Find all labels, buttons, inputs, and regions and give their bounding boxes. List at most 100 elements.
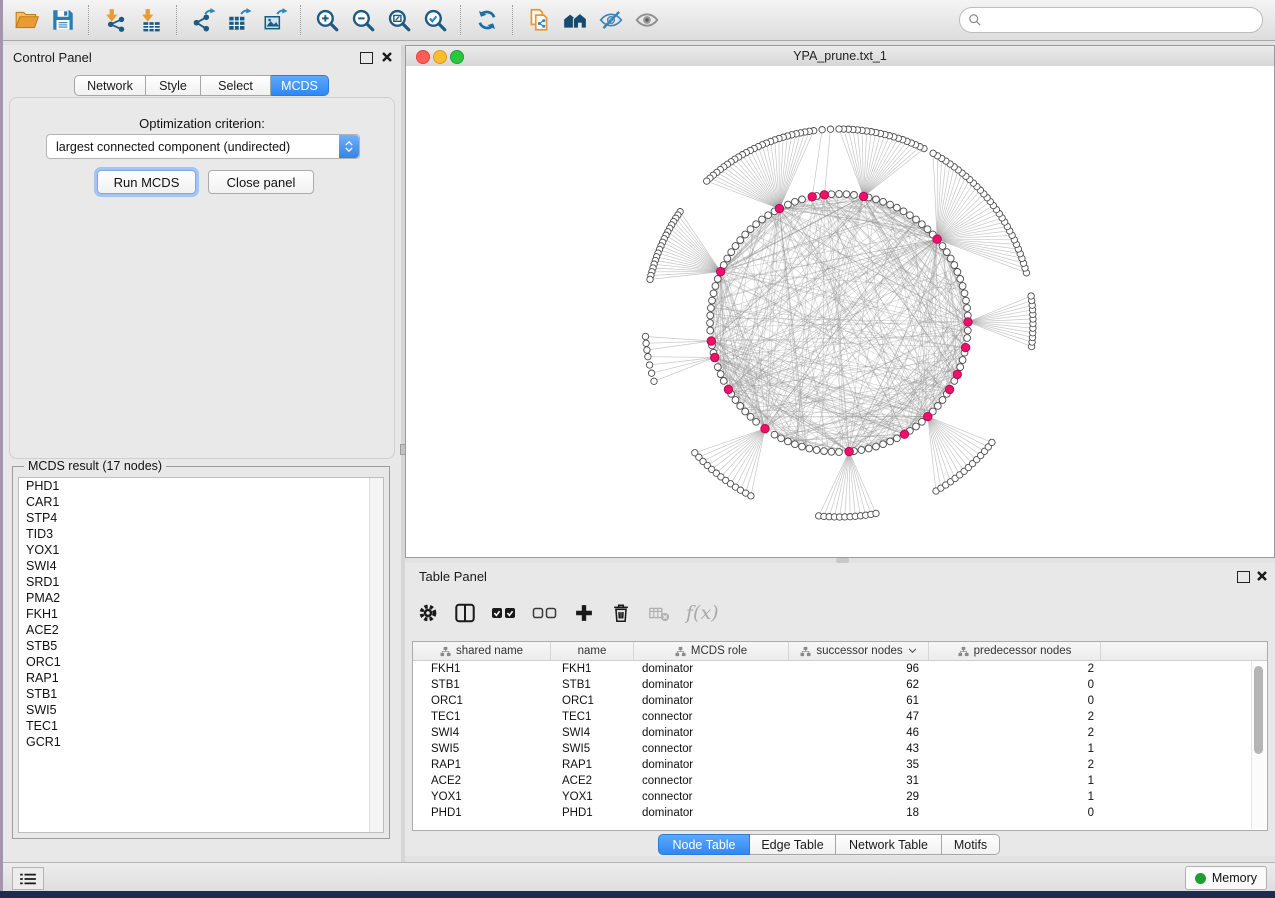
mcds-hub-node[interactable] <box>808 193 816 201</box>
export-image-button[interactable] <box>257 3 293 37</box>
mcds-hub-node[interactable] <box>961 343 969 351</box>
ring-node[interactable] <box>717 371 724 378</box>
import-network-button[interactable] <box>97 3 133 37</box>
cell[interactable]: dominator <box>634 693 789 709</box>
cell[interactable]: RAP1 <box>413 757 551 773</box>
mcds-result-item[interactable]: TEC1 <box>19 718 383 734</box>
leaf-node[interactable] <box>748 493 754 499</box>
table-scrollbar[interactable] <box>1251 661 1266 829</box>
ring-node[interactable] <box>742 231 749 238</box>
leaf-node[interactable] <box>651 378 657 384</box>
mcds-hub-node[interactable] <box>707 337 715 345</box>
network-canvas[interactable] <box>406 66 1274 557</box>
run-mcds-button[interactable]: Run MCDS <box>97 170 196 194</box>
cell[interactable]: 2 <box>929 725 1101 741</box>
ring-node[interactable] <box>924 226 931 233</box>
ring-node[interactable] <box>753 418 760 425</box>
search-field[interactable] <box>959 7 1263 33</box>
cell[interactable]: 35 <box>789 757 929 773</box>
ring-node[interactable] <box>951 262 958 269</box>
tab-style[interactable]: Style <box>146 75 201 96</box>
leaf-node[interactable] <box>827 126 833 132</box>
ring-node[interactable] <box>724 255 731 262</box>
ring-node[interactable] <box>873 196 880 203</box>
ring-node[interactable] <box>959 357 966 364</box>
ring-node[interactable] <box>710 290 717 297</box>
ring-node[interactable] <box>957 364 964 371</box>
table-row[interactable]: FKH1FKH1dominator962 <box>413 661 1267 677</box>
mcds-hub-node[interactable] <box>945 385 953 393</box>
column-header-successor-nodes[interactable]: successor nodes <box>789 642 929 660</box>
show-all-button[interactable] <box>629 3 665 37</box>
add-row-button[interactable] <box>573 602 595 624</box>
table-row[interactable]: TEC1TEC1connector472 <box>413 709 1267 725</box>
cell[interactable]: FKH1 <box>413 661 551 677</box>
ring-node[interactable] <box>785 438 792 445</box>
mcds-result-item[interactable]: SWI5 <box>19 702 383 718</box>
cell[interactable]: dominator <box>634 677 789 693</box>
copy-network-view-button[interactable] <box>521 3 557 37</box>
cell[interactable]: STB1 <box>551 677 634 693</box>
cell[interactable]: 1 <box>929 789 1101 805</box>
ring-node[interactable] <box>858 447 865 454</box>
ring-node[interactable] <box>799 443 806 450</box>
ring-node[interactable] <box>792 198 799 205</box>
tab-mcds[interactable]: MCDS <box>271 75 329 96</box>
ring-node[interactable] <box>712 283 719 290</box>
cell[interactable]: 1 <box>929 741 1101 757</box>
table-row[interactable]: STB1STB1dominator620 <box>413 677 1267 693</box>
cell[interactable]: dominator <box>634 661 789 677</box>
memory-button[interactable]: Memory <box>1185 866 1267 890</box>
cell[interactable]: 61 <box>789 693 929 709</box>
cell[interactable]: 18 <box>789 805 929 821</box>
ring-node[interactable] <box>828 448 835 455</box>
ring-node[interactable] <box>957 276 964 283</box>
zoom-fit-button[interactable] <box>381 3 417 37</box>
cell[interactable]: connector <box>634 741 789 757</box>
mcds-result-item[interactable]: SWI4 <box>19 558 383 574</box>
ring-node[interactable] <box>939 243 946 250</box>
cell[interactable]: 31 <box>789 773 929 789</box>
ring-node[interactable] <box>732 243 739 250</box>
tab-network[interactable]: Network <box>74 75 146 96</box>
zoom-selected-button[interactable] <box>417 3 453 37</box>
leaf-node[interactable] <box>643 340 649 346</box>
ring-node[interactable] <box>964 305 971 312</box>
mcds-result-item[interactable]: PHD1 <box>19 478 383 494</box>
ring-node[interactable] <box>753 221 760 228</box>
leaf-node[interactable] <box>989 439 995 445</box>
mcds-result-item[interactable]: PMA2 <box>19 590 383 606</box>
ring-node[interactable] <box>887 438 894 445</box>
delete-row-button[interactable] <box>610 602 632 624</box>
ring-node[interactable] <box>963 297 970 304</box>
float-panel-icon[interactable] <box>1237 571 1250 583</box>
mcds-result-item[interactable]: YOX1 <box>19 542 383 558</box>
scrollbar-thumb[interactable] <box>1254 666 1263 754</box>
tab-select[interactable]: Select <box>201 75 271 96</box>
export-table-button[interactable] <box>221 3 257 37</box>
cell[interactable]: RAP1 <box>551 757 634 773</box>
cell[interactable]: PHD1 <box>551 805 634 821</box>
column-header-shared-name[interactable]: shared name <box>413 642 551 660</box>
ring-node[interactable] <box>913 216 920 223</box>
leaf-node[interactable] <box>647 276 653 282</box>
ring-node[interactable] <box>737 237 744 244</box>
ring-node[interactable] <box>813 447 820 454</box>
deselect-all-button[interactable] <box>532 602 558 624</box>
refresh-view-button[interactable] <box>469 3 505 37</box>
cell[interactable]: SWI5 <box>551 741 634 757</box>
ring-node[interactable] <box>747 226 754 233</box>
ring-node[interactable] <box>894 435 901 442</box>
ring-node[interactable] <box>737 403 744 410</box>
tab-motifs[interactable]: Motifs <box>942 834 1000 855</box>
ring-node[interactable] <box>843 191 850 198</box>
mcds-result-item[interactable]: STB1 <box>19 686 383 702</box>
ring-node[interactable] <box>836 449 843 456</box>
ring-node[interactable] <box>728 249 735 256</box>
table-row[interactable]: ACE2ACE2connector311 <box>413 773 1267 789</box>
mcds-result-item[interactable]: FKH1 <box>19 606 383 622</box>
mcds-result-item[interactable]: ACE2 <box>19 622 383 638</box>
mcds-result-item[interactable]: CAR1 <box>19 494 383 510</box>
ring-node[interactable] <box>771 431 778 438</box>
table-row[interactable]: ORC1ORC1dominator610 <box>413 693 1267 709</box>
